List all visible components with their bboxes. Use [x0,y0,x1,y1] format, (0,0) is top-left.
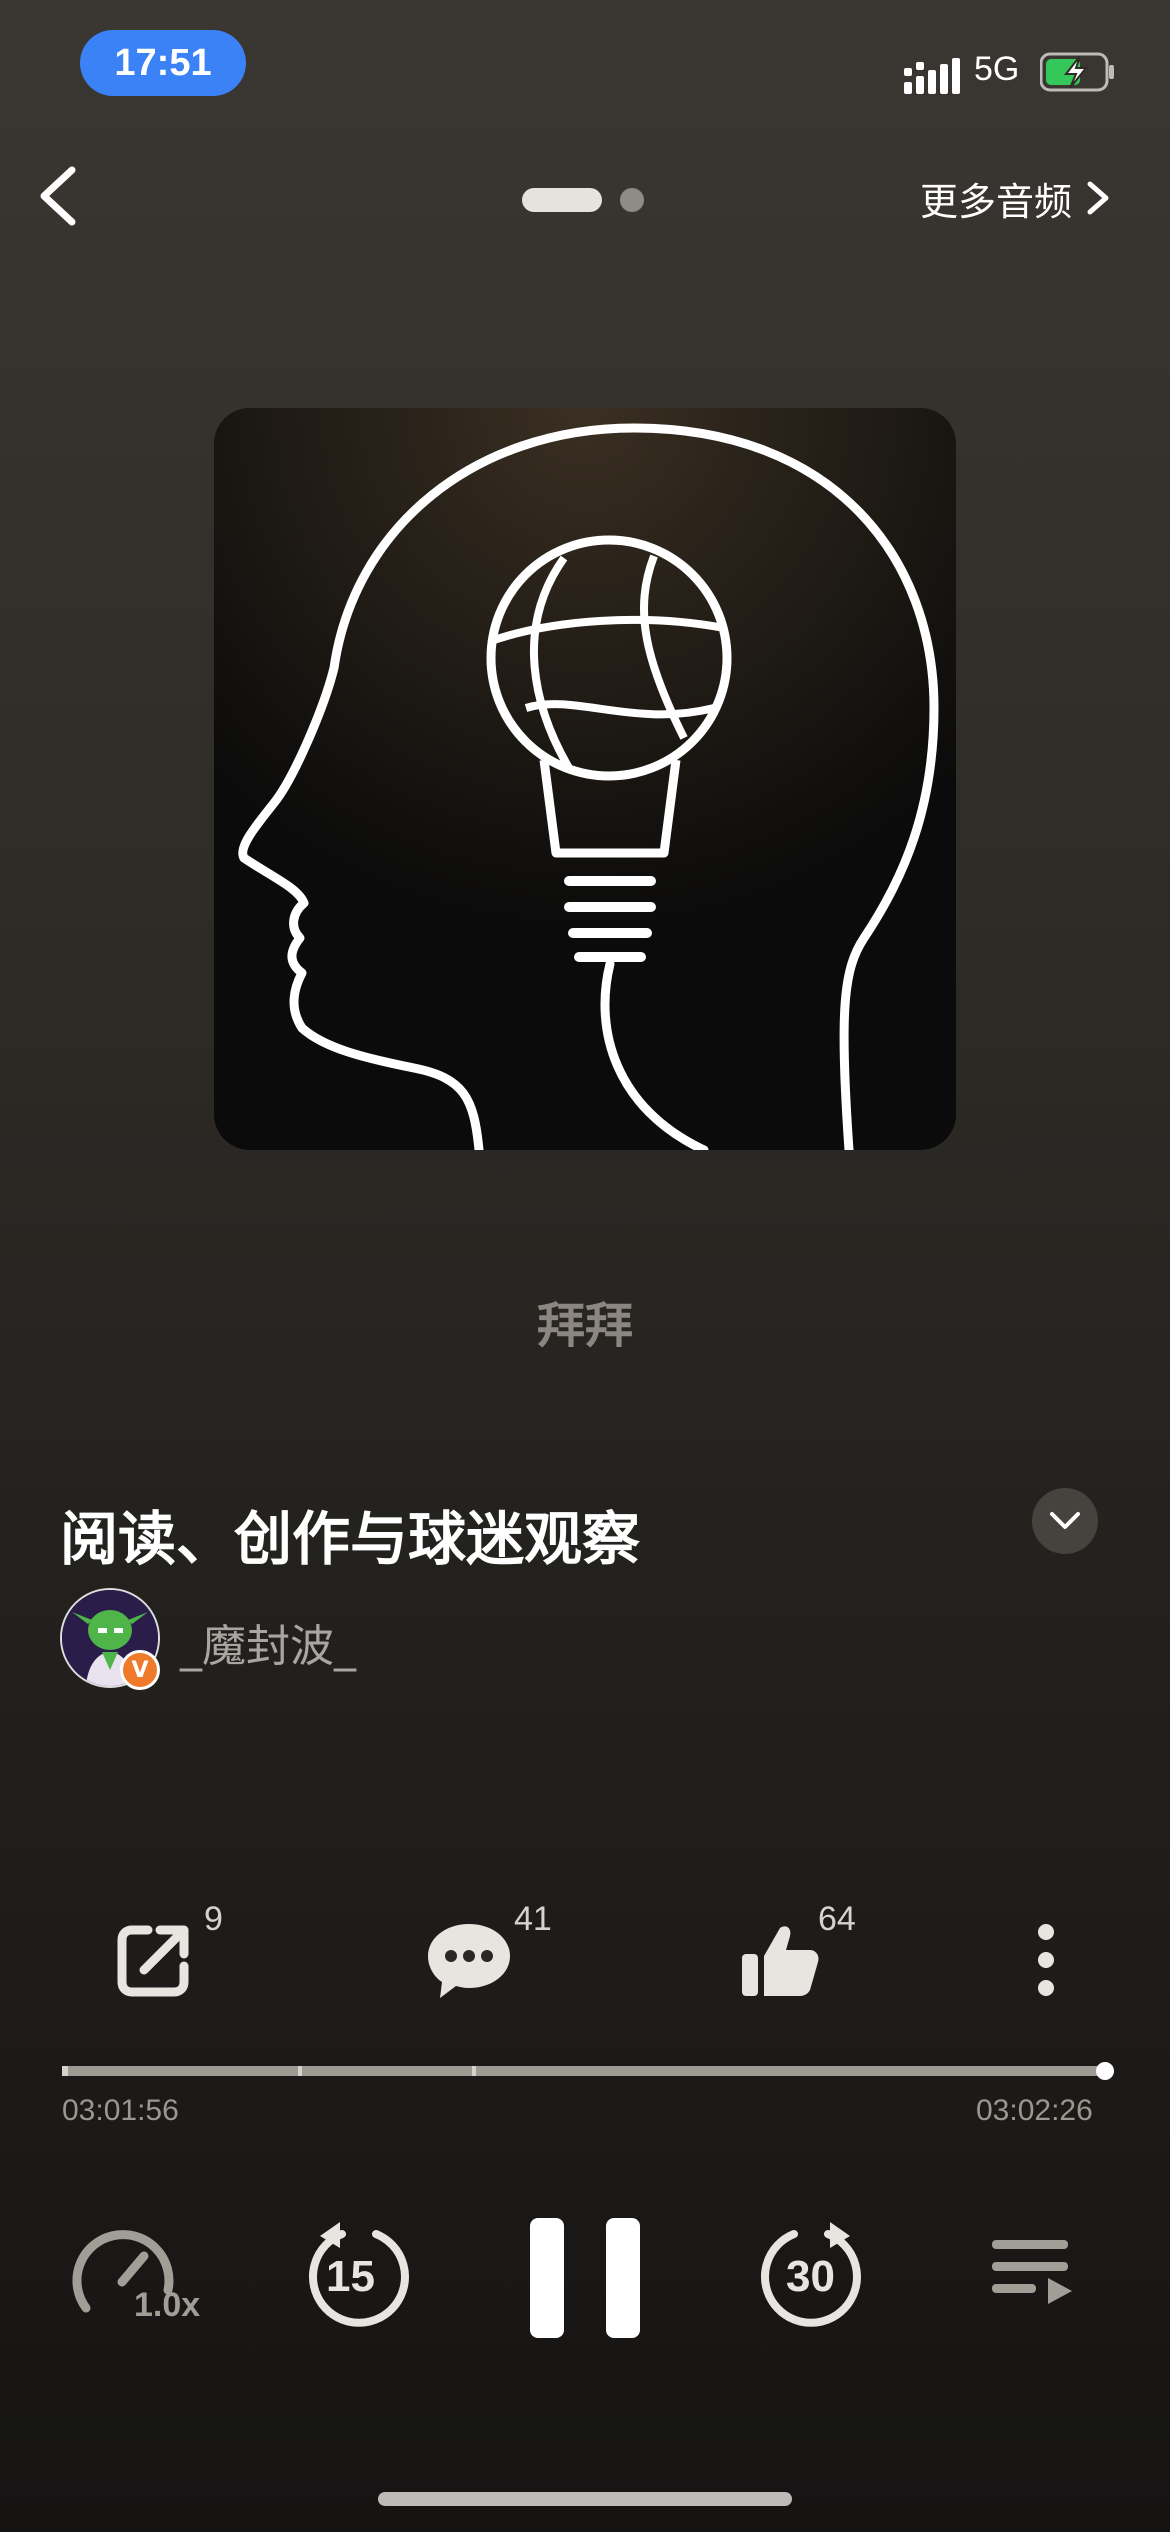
expand-details-button[interactable] [1032,1488,1098,1554]
forward-seconds: 30 [786,2252,835,2301]
like-count: 64 [818,1900,856,1938]
comment-count: 41 [514,1900,552,1938]
battery-charging-icon [1040,52,1114,92]
playlist-button[interactable] [988,2220,1088,2340]
cover-art [214,408,956,1150]
more-options-icon[interactable] [1024,1920,1068,2000]
total-time: 03:02:26 [976,2094,1093,2127]
forward-30-button[interactable]: 30 [758,2220,868,2340]
share-count: 9 [204,1900,223,1938]
rewind-seconds: 15 [326,2252,375,2301]
chevron-down-icon [1050,1512,1080,1529]
chapter-marker [62,2066,68,2076]
elapsed-time: 03:01:56 [62,2094,179,2127]
chapter-marker [472,2066,476,2076]
share-button[interactable]: 9 [112,1900,262,2010]
author-name[interactable]: _魔封波_ [180,1610,356,1674]
thumbs-up-icon [742,1926,819,1996]
more-audio-link[interactable]: 更多音频 [920,168,1114,228]
like-button[interactable]: 64 [740,1900,890,2010]
pause-icon [530,2218,640,2338]
speed-label: 1.0x [134,2286,201,2324]
speed-button[interactable]: 1.0x [72,2220,202,2340]
page-indicator [522,188,644,212]
comment-icon [428,1924,510,1998]
progress-track[interactable] [62,2066,1110,2076]
lyric-text: 拜拜 [536,1298,633,1354]
verified-badge: V [120,1650,160,1690]
status-time: 17:51 [80,30,246,96]
home-indicator [378,2492,792,2506]
page-dot [620,188,644,212]
comment-button[interactable]: 41 [424,1900,574,2010]
chapter-marker [298,2066,302,2076]
progress-knob[interactable] [1096,2062,1114,2080]
head-lightbulb-basketball-icon [214,408,956,1150]
back-arrow-icon[interactable] [28,160,88,232]
more-audio-label: 更多音频 [920,179,1073,224]
playlist-icon [992,2240,1072,2304]
signal-icon [904,58,960,94]
episode-title: 阅读、创作与球迷观察 [60,1505,641,1573]
share-icon [117,1925,189,1997]
pause-button[interactable] [528,2216,642,2340]
network-label: 5G [974,50,1020,88]
page-dot-active [522,188,602,212]
rewind-15-button[interactable]: 15 [302,2220,412,2340]
chevron-right-icon [1087,181,1109,215]
